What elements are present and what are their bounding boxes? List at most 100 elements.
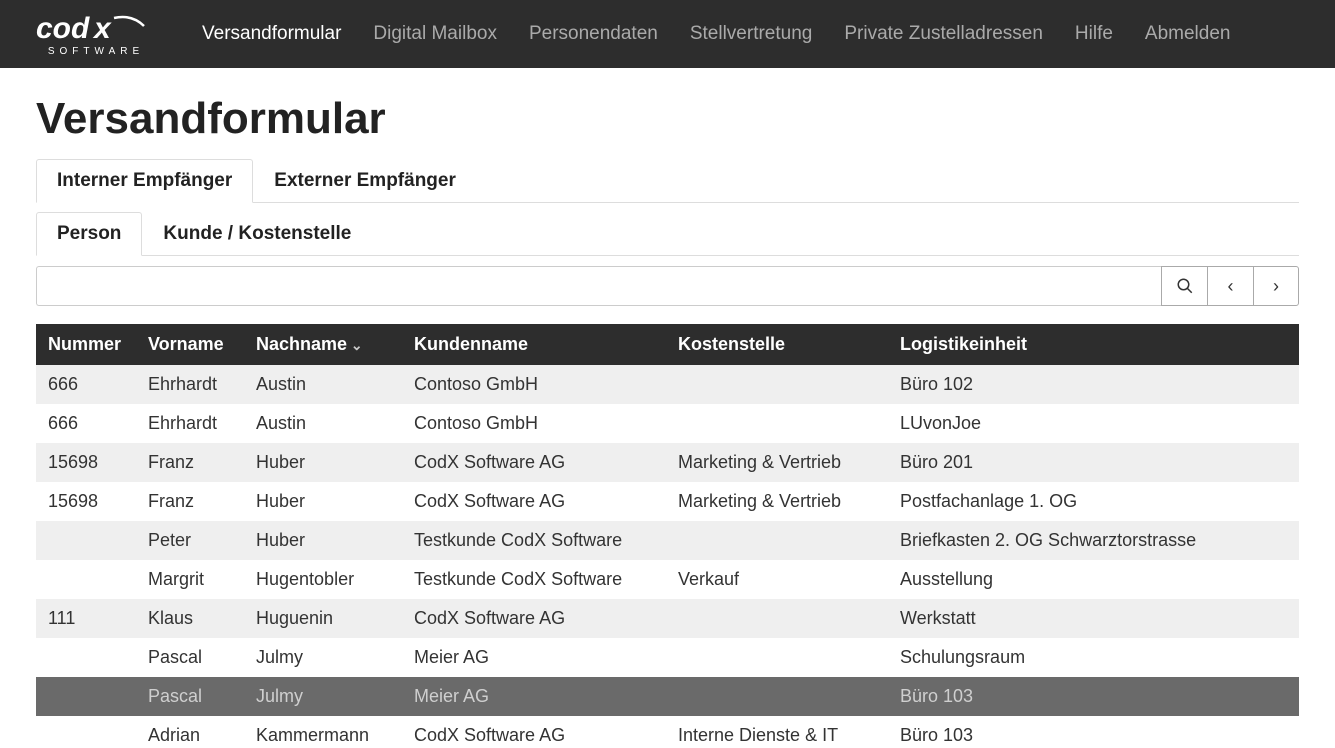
tab-interner-empfaenger[interactable]: Interner Empfänger: [36, 159, 253, 203]
cell-kst: Marketing & Vertrieb: [666, 443, 888, 482]
search-icon: [1176, 277, 1194, 295]
cell-kst: Marketing & Vertrieb: [666, 482, 888, 521]
cell-kunde: Testkunde CodX Software: [402, 560, 666, 599]
cell-nummer: 15698: [36, 443, 136, 482]
tabs-secondary: Person Kunde / Kostenstelle: [36, 211, 1299, 256]
col-nummer[interactable]: Nummer: [36, 324, 136, 365]
col-nachname[interactable]: Nachname: [244, 324, 402, 365]
table-row[interactable]: 15698FranzHuberCodX Software AGMarketing…: [36, 482, 1299, 521]
table-row[interactable]: 111KlausHugueninCodX Software AGWerkstat…: [36, 599, 1299, 638]
tabs-primary: Interner Empfänger Externer Empfänger: [36, 158, 1299, 203]
cell-nachname: Kammermann: [244, 716, 402, 748]
cell-kunde: CodX Software AG: [402, 599, 666, 638]
cell-nummer: [36, 638, 136, 677]
cell-lu: Postfachanlage 1. OG: [888, 482, 1299, 521]
search-input[interactable]: [36, 266, 1161, 306]
cell-lu: Büro 102: [888, 365, 1299, 404]
cell-vorname: Franz: [136, 443, 244, 482]
prev-page-button[interactable]: ‹: [1207, 266, 1253, 306]
nav-abmelden[interactable]: Abmelden: [1139, 19, 1237, 49]
cell-lu: LUvonJoe: [888, 404, 1299, 443]
top-nav: cod x SOFTWARE Versandformular Digital M…: [0, 0, 1335, 68]
cell-kunde: CodX Software AG: [402, 716, 666, 748]
nav-private-zustelladressen[interactable]: Private Zustelladressen: [838, 19, 1049, 49]
col-logistikeinheit[interactable]: Logistikeinheit: [888, 324, 1299, 365]
search-button[interactable]: [1161, 266, 1207, 306]
cell-nachname: Julmy: [244, 638, 402, 677]
col-kostenstelle[interactable]: Kostenstelle: [666, 324, 888, 365]
table-row[interactable]: PascalJulmyMeier AG Schulungsraum: [36, 638, 1299, 677]
cell-kunde: Contoso GmbH: [402, 365, 666, 404]
table-row[interactable]: PeterHuberTestkunde CodX Software Briefka…: [36, 521, 1299, 560]
cell-nachname: Huber: [244, 521, 402, 560]
cell-vorname: Pascal: [136, 638, 244, 677]
cell-kst: [666, 638, 888, 677]
cell-vorname: Klaus: [136, 599, 244, 638]
col-kundenname[interactable]: Kundenname: [402, 324, 666, 365]
cell-nachname: Huber: [244, 482, 402, 521]
cell-lu: Schulungsraum: [888, 638, 1299, 677]
cell-nummer: [36, 521, 136, 560]
cell-nummer: 666: [36, 365, 136, 404]
cell-kunde: Meier AG: [402, 677, 666, 716]
table-row[interactable]: 666EhrhardtAustinContoso GmbH Büro 102: [36, 365, 1299, 404]
cell-nachname: Hugentobler: [244, 560, 402, 599]
cell-lu: Briefkasten 2. OG Schwarztorstrasse: [888, 521, 1299, 560]
cell-vorname: Franz: [136, 482, 244, 521]
cell-vorname: Margrit: [136, 560, 244, 599]
logo-subtitle: SOFTWARE: [48, 46, 144, 57]
table-row[interactable]: AdrianKammermannCodX Software AGInterne …: [36, 716, 1299, 748]
nav-stellvertretung[interactable]: Stellvertretung: [684, 19, 819, 49]
cell-kst: [666, 404, 888, 443]
chevron-left-icon: ‹: [1228, 276, 1234, 297]
cell-lu: Büro 103: [888, 716, 1299, 748]
cell-kst: [666, 599, 888, 638]
table-row[interactable]: 666EhrhardtAustinContoso GmbH LUvonJoe: [36, 404, 1299, 443]
table-header-row: Nummer Vorname Nachname Kundenname Koste…: [36, 324, 1299, 365]
cell-kunde: CodX Software AG: [402, 482, 666, 521]
cell-kst: Verkauf: [666, 560, 888, 599]
cell-nummer: 111: [36, 599, 136, 638]
cell-kst: [666, 677, 888, 716]
cell-kunde: Testkunde CodX Software: [402, 521, 666, 560]
nav-hilfe[interactable]: Hilfe: [1069, 19, 1119, 49]
cell-nachname: Julmy: [244, 677, 402, 716]
cell-nachname: Austin: [244, 365, 402, 404]
cell-nummer: 15698: [36, 482, 136, 521]
chevron-right-icon: ›: [1273, 276, 1279, 297]
next-page-button[interactable]: ›: [1253, 266, 1299, 306]
cell-vorname: Ehrhardt: [136, 404, 244, 443]
cell-kst: [666, 365, 888, 404]
tab-externer-empfaenger[interactable]: Externer Empfänger: [253, 159, 477, 203]
cell-kunde: CodX Software AG: [402, 443, 666, 482]
cell-lu: Büro 201: [888, 443, 1299, 482]
tab-kunde-kostenstelle[interactable]: Kunde / Kostenstelle: [142, 212, 372, 256]
cell-vorname: Adrian: [136, 716, 244, 748]
cell-nachname: Huber: [244, 443, 402, 482]
nav-personendaten[interactable]: Personendaten: [523, 19, 664, 49]
cell-vorname: Peter: [136, 521, 244, 560]
cell-nachname: Austin: [244, 404, 402, 443]
table-row[interactable]: 15698FranzHuberCodX Software AGMarketing…: [36, 443, 1299, 482]
tab-person[interactable]: Person: [36, 212, 142, 256]
cell-lu: Ausstellung: [888, 560, 1299, 599]
cell-kst: [666, 521, 888, 560]
cell-nummer: 666: [36, 404, 136, 443]
cell-vorname: Pascal: [136, 677, 244, 716]
cell-nummer: [36, 677, 136, 716]
cell-lu: Büro 103: [888, 677, 1299, 716]
cell-kunde: Meier AG: [402, 638, 666, 677]
results-table: Nummer Vorname Nachname Kundenname Koste…: [36, 324, 1299, 748]
cell-vorname: Ehrhardt: [136, 365, 244, 404]
cell-kunde: Contoso GmbH: [402, 404, 666, 443]
nav-versandformular[interactable]: Versandformular: [196, 19, 347, 49]
logo: cod x SOFTWARE: [36, 12, 156, 57]
cell-nummer: [36, 716, 136, 748]
page-title: Versandformular: [36, 94, 1299, 144]
cell-lu: Werkstatt: [888, 599, 1299, 638]
nav-digital-mailbox[interactable]: Digital Mailbox: [367, 19, 503, 49]
cell-kst: Interne Dienste & IT: [666, 716, 888, 748]
col-vorname[interactable]: Vorname: [136, 324, 244, 365]
table-row[interactable]: MargritHugentoblerTestkunde CodX Softwar…: [36, 560, 1299, 599]
table-row[interactable]: PascalJulmyMeier AG Büro 103: [36, 677, 1299, 716]
